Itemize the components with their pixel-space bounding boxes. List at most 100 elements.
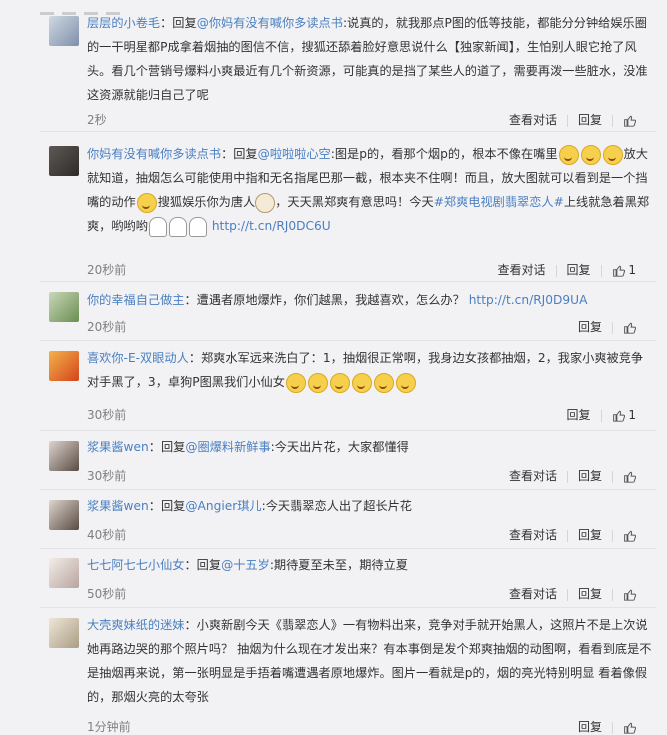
thumbs-up-icon xyxy=(624,722,636,734)
thinking-emoji-icon xyxy=(395,372,416,393)
view-conversation-link[interactable]: 查看对话 xyxy=(499,585,567,602)
avatar[interactable] xyxy=(49,618,79,648)
reply-link[interactable]: 回复 xyxy=(568,585,612,602)
mention-link[interactable]: @你妈有没有喊你多读点书 xyxy=(197,16,343,30)
view-conversation-link[interactable]: 查看对话 xyxy=(499,111,567,128)
view-conversation-link[interactable]: 查看对话 xyxy=(499,526,567,543)
comment-text: :今天翡翠恋人出了超长片花 xyxy=(261,499,412,513)
comment-text: 搜狐娱乐你为唐人 xyxy=(157,195,256,209)
comment-text: :图是p的，看那个烟p的，根本不像在嘴里 xyxy=(330,147,558,161)
ghost-emoji-icon xyxy=(188,216,207,237)
comment-actions: 查看对话 回复 1 xyxy=(488,261,647,278)
smile-emoji-icon xyxy=(373,372,394,393)
username-link[interactable]: 浆果酱wen xyxy=(87,440,149,454)
ghost-emoji-icon xyxy=(168,216,187,237)
reply-label: ：回复 xyxy=(221,147,258,161)
avatar[interactable] xyxy=(49,16,79,46)
mention-link[interactable]: @Angier琪儿 xyxy=(185,499,261,513)
avatar[interactable] xyxy=(49,558,79,588)
reply-link[interactable]: 回复 xyxy=(568,718,612,735)
mention-link[interactable]: @十五岁 xyxy=(221,558,270,572)
username-link[interactable]: 大壳爽妹纸的迷妹 xyxy=(87,618,185,632)
comment-item: 大壳爽妹纸的迷妹：小爽新剧今天《翡翠恋人》一有物料出来，竞争对手就开始黑人，这照… xyxy=(40,608,656,735)
thumbs-up-icon xyxy=(624,471,636,483)
topic-link[interactable]: #郑爽电视剧翡翠恋人# xyxy=(434,195,564,209)
laughing-emoji-icon xyxy=(136,192,157,213)
username-link[interactable]: 喜欢你-E-双眼动人 xyxy=(87,351,189,365)
mention-link[interactable]: @圈爆料新鲜事 xyxy=(185,440,270,454)
laughing-emoji-icon xyxy=(602,144,623,165)
thumbs-up-icon xyxy=(612,410,625,422)
reply-label: ：回复 xyxy=(160,16,197,30)
comment-actions: 回复 1 xyxy=(557,406,646,423)
reply-link[interactable]: 回复 xyxy=(557,406,601,423)
comment-item: 你妈有没有喊你多读点书：回复@啦啦啦心空:图是p的，看那个烟p的，根本不像在嘴里… xyxy=(40,140,656,282)
timestamp: 20秒前 xyxy=(87,263,127,277)
short-url-link[interactable]: http://t.cn/RJ0D9UA xyxy=(469,293,588,307)
laughing-emoji-icon xyxy=(580,144,601,165)
comment-body: 大壳爽妹纸的迷妹：小爽新剧今天《翡翠恋人》一有物料出来，竞争对手就开始黑人，这照… xyxy=(87,613,652,709)
like-button[interactable] xyxy=(613,320,646,334)
reply-label: ：回复 xyxy=(148,499,186,513)
reply-link[interactable]: 回复 xyxy=(568,111,612,128)
mention-link[interactable]: @啦啦啦心空 xyxy=(258,147,331,161)
like-button[interactable]: 1 xyxy=(602,408,646,422)
reply-link[interactable]: 回复 xyxy=(568,467,612,484)
reply-link[interactable]: 回复 xyxy=(557,261,601,278)
previous-item-edge xyxy=(40,0,667,15)
like-button[interactable]: 1 xyxy=(602,263,646,277)
timestamp: 50秒前 xyxy=(87,587,127,601)
avatar[interactable] xyxy=(49,292,79,322)
like-button[interactable] xyxy=(613,469,646,483)
comment-actions: 查看对话 回复 xyxy=(499,585,646,602)
angry-emoji-icon xyxy=(351,372,372,393)
like-button[interactable] xyxy=(613,528,646,542)
comment-item: 浆果酱wen：回复@Angier琪儿:今天翡翠恋人出了超长片花 40秒前 查看对… xyxy=(40,490,656,549)
comment-item: 你的幸福自己做主：遭遇者原地爆炸，你们越黑，我越喜欢，怎么办？ http://t… xyxy=(40,282,656,341)
like-count: 1 xyxy=(628,263,636,277)
reply-label: ：回复 xyxy=(184,558,222,572)
comment-actions: 查看对话 回复 xyxy=(499,467,646,484)
comment-body: 你的幸福自己做主：遭遇者原地爆炸，你们越黑，我越喜欢，怎么办？ http://t… xyxy=(87,288,652,312)
avatar[interactable] xyxy=(49,351,79,381)
timestamp: 40秒前 xyxy=(87,528,127,542)
comment-actions: 查看对话 回复 xyxy=(499,111,646,128)
like-button[interactable] xyxy=(613,113,646,127)
laughing-emoji-icon xyxy=(558,144,579,165)
thumbs-up-icon xyxy=(624,589,636,601)
angry-emoji-icon xyxy=(329,372,350,393)
comment-text: :期待夏至未至，期待立夏 xyxy=(269,558,408,572)
view-conversation-link[interactable]: 查看对话 xyxy=(499,467,567,484)
like-count: 1 xyxy=(628,408,636,422)
view-conversation-link[interactable]: 查看对话 xyxy=(488,261,556,278)
comment-item: 浆果酱wen：回复@圈爆料新鲜事:今天出片花，大家都懂得 30秒前 查看对话 回复 xyxy=(40,431,656,490)
avatar[interactable] xyxy=(49,441,79,471)
comment-actions: 查看对话 回复 xyxy=(499,526,646,543)
thumbs-up-icon xyxy=(612,265,625,277)
like-button[interactable] xyxy=(613,587,646,601)
short-url-link[interactable]: http://t.cn/RJ0DC6U xyxy=(212,219,331,233)
avatar[interactable] xyxy=(49,500,79,530)
username-link[interactable]: 七七阿七七小仙女 xyxy=(87,558,185,572)
like-button[interactable] xyxy=(613,720,646,734)
comment-item: 七七阿七七小仙女：回复@十五岁:期待夏至未至，期待立夏 50秒前 查看对话 回复 xyxy=(40,549,656,608)
dog-emoji-icon xyxy=(255,192,276,213)
comment-text: ，天天黑郑爽有意思吗！今天 xyxy=(275,195,434,209)
thumbs-up-icon xyxy=(624,530,636,542)
thumbs-up-icon xyxy=(624,115,636,127)
username-link[interactable]: 你的幸福自己做主 xyxy=(87,293,185,307)
comment-body: 七七阿七七小仙女：回复@十五岁:期待夏至未至，期待立夏 xyxy=(87,553,652,577)
comment-body: 层层的小卷毛：回复@你妈有没有喊你多读点书:说真的，就我那点P图的低等技能，都能… xyxy=(87,11,652,107)
username-link[interactable]: 你妈有没有喊你多读点书 xyxy=(87,147,221,161)
reply-link[interactable]: 回复 xyxy=(568,318,612,335)
reply-link[interactable]: 回复 xyxy=(568,526,612,543)
reply-label: ：回复 xyxy=(148,440,186,454)
timestamp: 30秒前 xyxy=(87,469,127,483)
comment-text: ：遭遇者原地爆炸，你们越黑，我越喜欢，怎么办？ xyxy=(184,293,465,307)
username-link[interactable]: 浆果酱wen xyxy=(87,499,149,513)
ghost-emoji-icon xyxy=(148,216,167,237)
crying-emoji-icon xyxy=(307,372,328,393)
username-link[interactable]: 层层的小卷毛 xyxy=(87,16,160,30)
comment-body: 浆果酱wen：回复@圈爆料新鲜事:今天出片花，大家都懂得 xyxy=(87,435,652,459)
avatar[interactable] xyxy=(49,146,79,176)
